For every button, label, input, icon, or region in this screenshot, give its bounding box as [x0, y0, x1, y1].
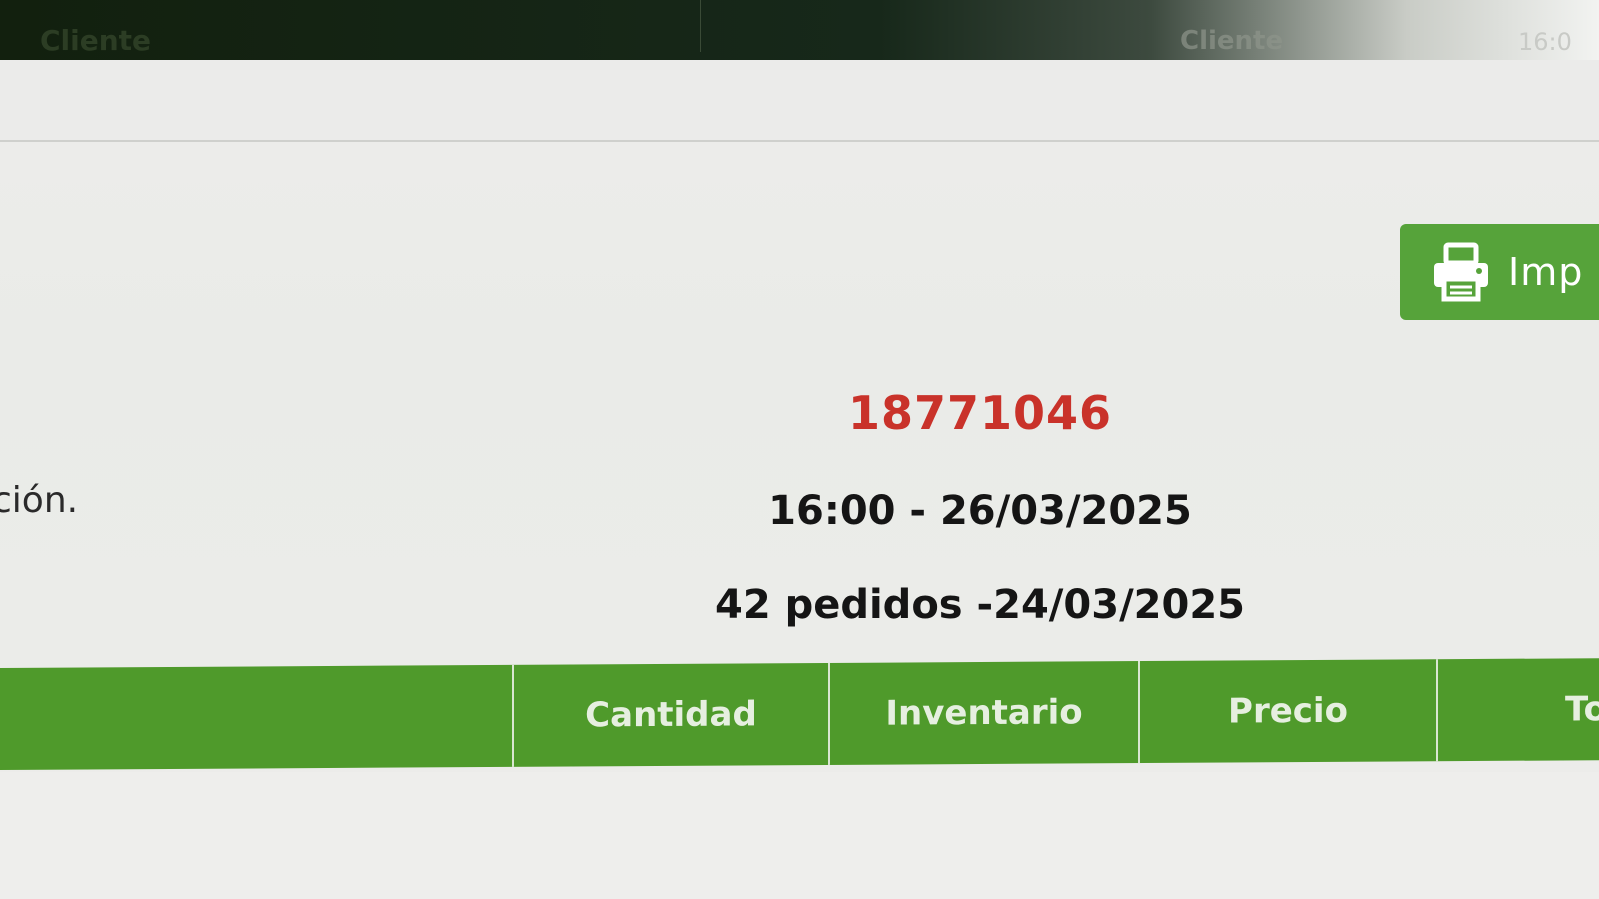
- table-body-area: [0, 772, 1599, 899]
- column-header-label: Inventario: [885, 692, 1083, 734]
- column-header-product[interactable]: [0, 664, 514, 770]
- table-header: Cantidad Inventario Precio To: [0, 658, 1599, 770]
- order-time-date: 16:00 - 26/03/2025: [768, 488, 1192, 534]
- header-client-label[interactable]: Cliente: [40, 24, 151, 57]
- printer-icon: [1430, 241, 1492, 303]
- header-client-label-secondary[interactable]: Cliente: [1180, 26, 1283, 56]
- column-header-label: To: [1564, 689, 1599, 730]
- order-count-date: 42 pedidos -24/03/2025: [714, 582, 1246, 628]
- column-header-precio[interactable]: Precio: [1140, 659, 1438, 764]
- print-button-label: Imp: [1508, 250, 1584, 294]
- column-header-label: Cantidad: [585, 694, 757, 736]
- sub-header-bar: [0, 60, 1599, 142]
- description-text-fragment: ción.: [0, 480, 79, 521]
- column-header-label: Precio: [1228, 690, 1348, 732]
- top-header: Cliente Cliente 16:0: [0, 0, 1599, 60]
- column-header-inventario[interactable]: Inventario: [830, 661, 1140, 765]
- column-header-total[interactable]: To: [1438, 658, 1599, 761]
- header-divider: [700, 0, 701, 52]
- print-button[interactable]: Imp: [1400, 224, 1599, 320]
- column-header-cantidad[interactable]: Cantidad: [514, 662, 830, 767]
- page: Cliente Cliente 16:0 Imp ción. 18771046 …: [0, 0, 1599, 899]
- header-time: 16:0: [1518, 28, 1572, 56]
- order-number: 18771046: [847, 386, 1113, 440]
